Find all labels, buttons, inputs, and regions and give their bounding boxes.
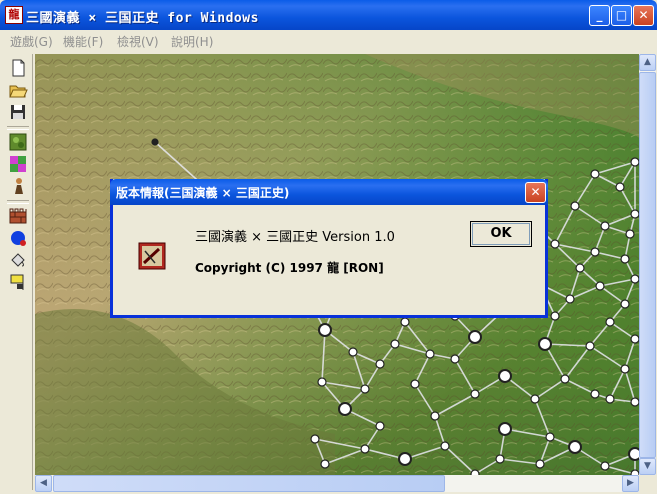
map-city-node[interactable] [425, 349, 435, 359]
terrain-map-icon[interactable] [8, 132, 28, 152]
about-dialog: 版本情報(三国演義 × 三国正史) ✕ 三國演義 × 三國正史 Version … [110, 179, 548, 318]
map-city-node[interactable] [605, 317, 615, 327]
map-city-node[interactable] [310, 434, 320, 444]
scroll-right-button[interactable]: ▶ [622, 475, 639, 492]
scroll-corner [639, 475, 656, 492]
scroll-left-button[interactable]: ◀ [35, 475, 52, 492]
scroll-up-button[interactable]: ▲ [639, 54, 656, 71]
map-city-node[interactable] [538, 337, 552, 351]
app-icon[interactable]: 龍 [5, 6, 23, 24]
toolbar-separator [7, 200, 29, 204]
map-city-node[interactable] [570, 201, 580, 211]
map-city-node[interactable] [550, 239, 560, 249]
menu-function[interactable]: 機能(F) [63, 33, 103, 50]
map-city-node[interactable] [565, 294, 575, 304]
map-city-node[interactable] [620, 299, 630, 309]
map-city-node[interactable] [360, 444, 370, 454]
save-disk-icon[interactable] [8, 102, 28, 122]
map-city-node[interactable] [318, 323, 332, 337]
map-city-node[interactable] [560, 374, 570, 384]
horizontal-scrollbar[interactable]: ◀ ▶ [35, 475, 639, 492]
title-bar[interactable]: 龍 三國演義 × 三国正史 for Windows _ □ ✕ [0, 0, 657, 30]
new-file-icon[interactable] [8, 58, 28, 78]
map-city-node[interactable] [320, 459, 330, 469]
map-city-node[interactable] [338, 402, 352, 416]
map-city-node[interactable] [615, 182, 625, 192]
map-city-node[interactable] [590, 389, 600, 399]
vertical-scrollbar[interactable]: ▲ ▼ [639, 54, 656, 475]
close-button[interactable]: ✕ [633, 5, 654, 26]
toolbar-separator [7, 126, 29, 130]
map-city-node[interactable] [550, 311, 560, 321]
map-city-node[interactable] [590, 247, 600, 257]
scroll-book-icon [137, 241, 167, 271]
map-city-node[interactable] [530, 394, 540, 404]
version-text: 三國演義 × 三國正史 Version 1.0 [195, 230, 395, 245]
paint-bucket-icon[interactable] [8, 250, 28, 270]
map-city-node[interactable] [568, 440, 582, 454]
map-city-node[interactable] [495, 454, 505, 464]
vertical-toolbar [4, 54, 33, 490]
map-city-node[interactable] [410, 379, 420, 389]
dialog-close-button[interactable]: ✕ [525, 182, 546, 203]
menu-bar: 遊戲(G) 機能(F) 檢視(V) 說明(H) [0, 30, 657, 50]
minimize-button[interactable]: _ [589, 5, 610, 26]
map-city-node[interactable] [375, 421, 385, 431]
map-city-node[interactable] [625, 229, 635, 239]
map-city-node[interactable] [630, 209, 639, 219]
map-city-node[interactable] [600, 221, 610, 231]
map-city-node[interactable] [400, 317, 410, 327]
map-city-node[interactable] [630, 334, 639, 344]
map-city-node[interactable] [585, 341, 595, 351]
map-city-node[interactable] [630, 274, 639, 284]
map-city-node[interactable] [360, 384, 370, 394]
castle-wall-icon[interactable] [8, 206, 28, 226]
map-city-node[interactable] [535, 459, 545, 469]
map-city-node[interactable] [450, 354, 460, 364]
scroll-down-button[interactable]: ▼ [639, 458, 656, 475]
open-folder-icon[interactable] [8, 80, 28, 100]
map-city-node[interactable] [605, 394, 615, 404]
map-city-node[interactable] [348, 347, 358, 357]
map-city-node[interactable] [317, 377, 327, 387]
map-city-node[interactable] [575, 263, 585, 273]
map-city-node[interactable] [498, 422, 512, 436]
blue-globe-icon[interactable] [8, 228, 28, 248]
map-city-node[interactable] [430, 411, 440, 421]
dialog-title: 版本情報(三国演義 × 三国正史) [116, 186, 290, 200]
map-city-node[interactable] [375, 359, 385, 369]
map-city-node[interactable] [468, 330, 482, 344]
ok-button[interactable]: OK [470, 221, 532, 247]
main-window: 龍 三國演義 × 三国正史 for Windows _ □ ✕ 遊戲(G) 機能… [0, 0, 657, 494]
dialog-title-bar[interactable]: 版本情報(三国演義 × 三国正史) ✕ [110, 179, 548, 205]
map-city-node[interactable] [470, 389, 480, 399]
map-city-node[interactable] [151, 138, 159, 146]
copyright-text: Copyright (C) 1997 龍 [RON] [195, 261, 384, 275]
map-city-node[interactable] [630, 157, 639, 167]
menu-game[interactable]: 遊戲(G) [10, 33, 53, 50]
map-city-node[interactable] [398, 452, 412, 466]
map-city-node[interactable] [620, 364, 630, 374]
vertical-scroll-thumb[interactable] [639, 72, 656, 458]
map-city-node[interactable] [628, 447, 639, 461]
flag-icon[interactable] [8, 272, 28, 292]
map-city-node[interactable] [390, 339, 400, 349]
map-city-node[interactable] [440, 441, 450, 451]
region-color-icon[interactable] [8, 154, 28, 174]
maximize-button[interactable]: □ [611, 5, 632, 26]
horizontal-scroll-thumb[interactable] [53, 475, 445, 492]
map-city-node[interactable] [595, 281, 605, 291]
menu-view[interactable]: 檢視(V) [117, 33, 159, 50]
map-city-node[interactable] [498, 369, 512, 383]
map-city-node[interactable] [590, 169, 600, 179]
window-title: 三國演義 × 三国正史 for Windows [26, 11, 259, 26]
map-city-node[interactable] [545, 432, 555, 442]
map-city-node[interactable] [620, 254, 630, 264]
map-city-node[interactable] [600, 461, 610, 471]
map-city-node[interactable] [630, 397, 639, 407]
figure-icon[interactable] [8, 176, 28, 196]
menu-help[interactable]: 說明(H) [171, 33, 213, 50]
